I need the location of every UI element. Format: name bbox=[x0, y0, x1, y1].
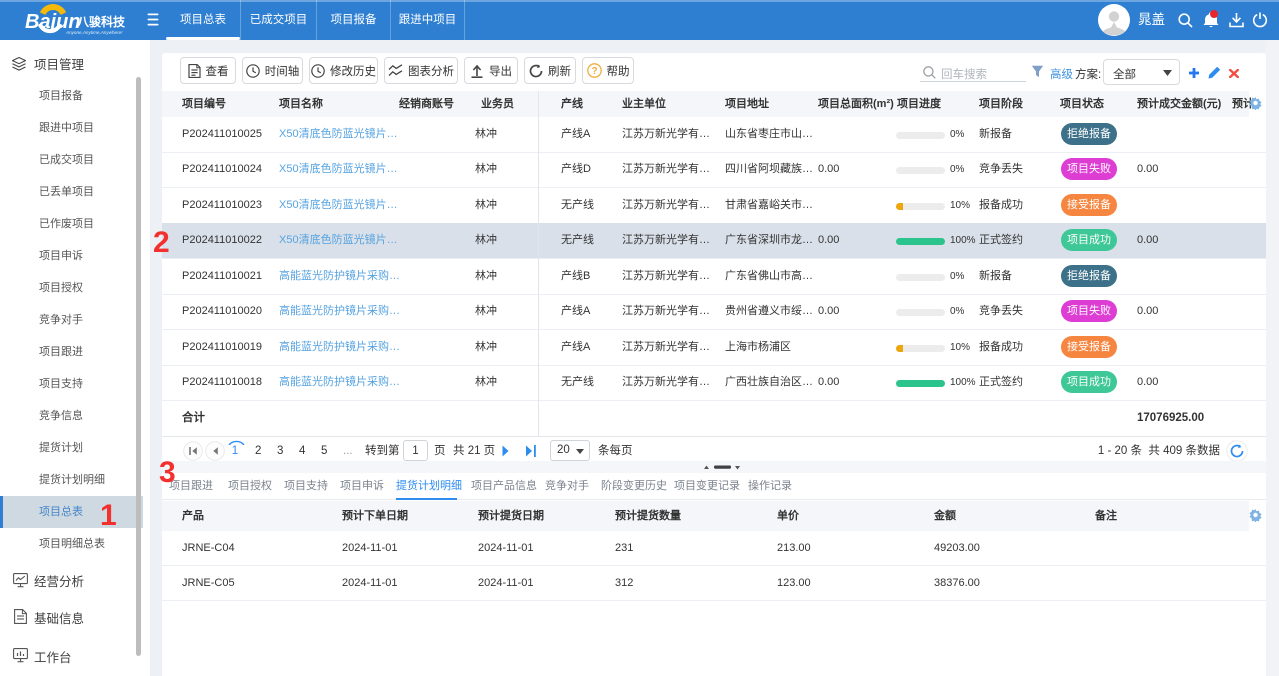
svg-text:八骏科技: 八骏科技 bbox=[76, 14, 126, 29]
svg-text:?: ? bbox=[591, 66, 597, 77]
svg-text:Anyone,Anytime,Anywhere!: Anyone,Anytime,Anywhere! bbox=[65, 30, 123, 35]
